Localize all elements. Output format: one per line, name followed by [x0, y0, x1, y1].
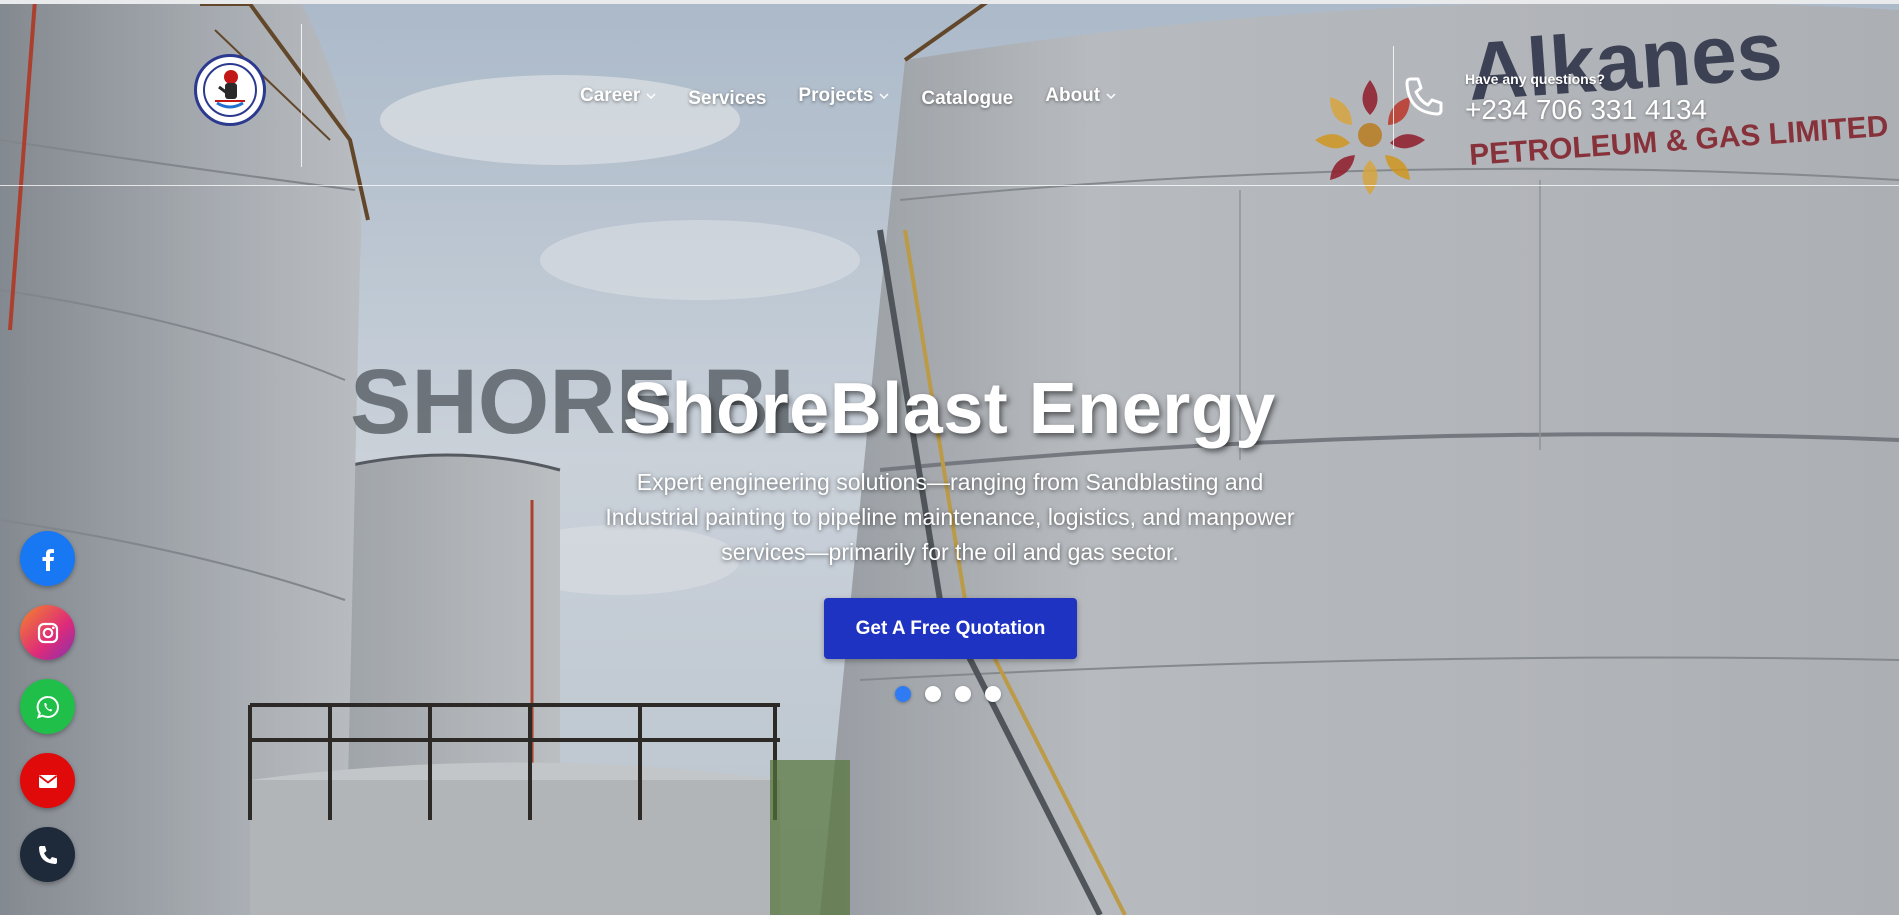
- header-divider-line: [0, 185, 1899, 186]
- logo-emblem-icon: [200, 60, 260, 120]
- mail-icon: [38, 774, 57, 788]
- facebook-icon: [42, 548, 54, 571]
- slide-dot-1[interactable]: [895, 686, 911, 702]
- email-button[interactable]: [20, 753, 75, 808]
- site-header: Career Services Projects Catalogue About…: [0, 4, 1899, 186]
- nav-about[interactable]: About: [1045, 85, 1116, 107]
- nav-about-label: About: [1045, 85, 1101, 106]
- main-nav: Career Services Projects Catalogue About: [580, 82, 1116, 110]
- hero-title: ShoreBlast Energy: [623, 369, 1276, 449]
- facebook-button[interactable]: [20, 531, 75, 586]
- chevron-down-icon: [879, 93, 889, 100]
- hero-description: Expert engineering solutions—ranging fro…: [605, 469, 1295, 565]
- phone-button[interactable]: [20, 827, 75, 882]
- phone-icon: [1405, 77, 1443, 116]
- chevron-down-icon: [1106, 93, 1116, 100]
- contact-question: Have any questions?: [1465, 71, 1606, 87]
- chevron-down-icon: [646, 93, 656, 100]
- logo-divider: [301, 24, 302, 167]
- contact-divider: [1393, 46, 1394, 149]
- instagram-icon: [37, 622, 58, 643]
- slide-dot-4[interactable]: [985, 686, 1001, 702]
- nav-catalogue-label: Catalogue: [921, 88, 1014, 109]
- slider-pagination: [895, 686, 1001, 702]
- slide-dot-2[interactable]: [925, 686, 941, 702]
- slide-dot-3[interactable]: [955, 686, 971, 702]
- instagram-button[interactable]: [20, 605, 75, 660]
- nav-career-label: Career: [580, 85, 641, 106]
- nav-services-label: Services: [688, 88, 767, 109]
- social-links: [20, 531, 75, 882]
- nav-projects[interactable]: Projects: [798, 85, 889, 107]
- company-logo[interactable]: [194, 54, 266, 126]
- whatsapp-button[interactable]: [20, 679, 75, 734]
- free-quotation-button[interactable]: Get A Free Quotation: [824, 598, 1077, 659]
- nav-services[interactable]: Services: [688, 88, 766, 110]
- nav-career[interactable]: Career: [580, 85, 656, 107]
- contact-phone-number[interactable]: +234 706 331 4134: [1465, 94, 1707, 126]
- whatsapp-icon: [36, 695, 59, 719]
- nav-catalogue[interactable]: Catalogue: [921, 88, 1013, 110]
- nav-projects-label: Projects: [798, 85, 874, 106]
- phone-icon: [38, 845, 57, 864]
